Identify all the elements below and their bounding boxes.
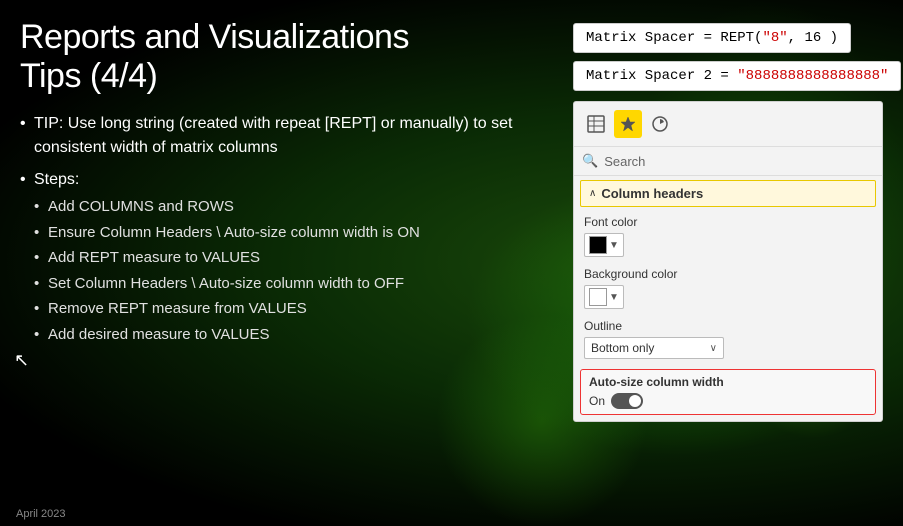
formula1-str: "8" [762,30,787,46]
analytics-icon-btn[interactable] [646,110,674,138]
table-icon-btn[interactable] [582,110,610,138]
formula2-str: "8888888888888888" [737,68,888,84]
outline-row: Outline Bottom only ∨ [574,315,882,363]
right-panel: Matrix Spacer = REPT("8", 16 ) Matrix Sp… [573,18,883,516]
tip-bullet: TIP: Use long string (created with repea… [20,112,553,160]
outline-label: Outline [584,319,872,333]
bg-color-button[interactable]: ▼ [584,285,624,309]
autosize-label: Auto-size column width [589,375,867,389]
left-panel: Reports and Visualizations Tips (4/4) TI… [20,18,553,516]
step-1: Add COLUMNS and ROWS [34,196,553,219]
toggle-label: On [589,394,605,408]
step-4: Set Column Headers \ Auto-size column wi… [34,273,553,296]
pbi-panel: 🔍 Search ∧ Column headers Font color ▼ B… [573,101,883,422]
step-5: Remove REPT measure from VALUES [34,298,553,321]
step-2: Ensure Column Headers \ Auto-size column… [34,222,553,245]
font-color-arrow: ▼ [609,240,619,251]
font-color-row: Font color ▼ [574,211,882,263]
toggle-row: On [589,393,867,409]
section-chevron: ∧ [589,188,596,199]
formula1-suffix: , 16 ) [788,30,838,46]
section-label: Column headers [601,186,703,201]
outline-dropdown-arrow: ∨ [710,343,717,354]
outline-value: Bottom only [591,341,654,355]
autosize-section: Auto-size column width On [580,369,876,415]
font-color-button[interactable]: ▼ [584,233,624,257]
font-color-label: Font color [584,215,872,229]
main-bullets: TIP: Use long string (created with repea… [20,112,553,346]
pbi-toolbar [574,110,882,147]
bg-color-row: Background color ▼ [574,263,882,315]
page-title: Reports and Visualizations Tips (4/4) [20,18,553,96]
formula-box-1: Matrix Spacer = REPT("8", 16 ) [573,23,851,53]
toggle-thumb [629,395,641,407]
column-headers-section[interactable]: ∧ Column headers [580,180,876,207]
pbi-search-bar[interactable]: 🔍 Search [574,147,882,176]
font-color-swatch [589,236,607,254]
steps-list: Add COLUMNS and ROWS Ensure Column Heade… [34,196,553,346]
search-icon: 🔍 [582,153,598,169]
autosize-toggle[interactable] [611,393,643,409]
search-label: Search [604,154,645,169]
step-3: Add REPT measure to VALUES [34,247,553,270]
step-6: Add desired measure to VALUES [34,324,553,347]
toggle-track [611,393,643,409]
outline-dropdown[interactable]: Bottom only ∨ [584,337,724,359]
formula1-prefix: Matrix Spacer = REPT( [586,30,762,46]
bg-color-arrow: ▼ [609,292,619,303]
bg-color-swatch [589,288,607,306]
formula2-prefix: Matrix Spacer 2 = [586,68,737,84]
bg-color-label: Background color [584,267,872,281]
mouse-cursor: ↖ [14,350,29,371]
main-content: Reports and Visualizations Tips (4/4) TI… [0,0,903,526]
formula-box-2: Matrix Spacer 2 = "8888888888888888" [573,61,901,91]
format-icon-btn[interactable] [614,110,642,138]
steps-bullet: Steps: Add COLUMNS and ROWS Ensure Colum… [20,168,553,346]
